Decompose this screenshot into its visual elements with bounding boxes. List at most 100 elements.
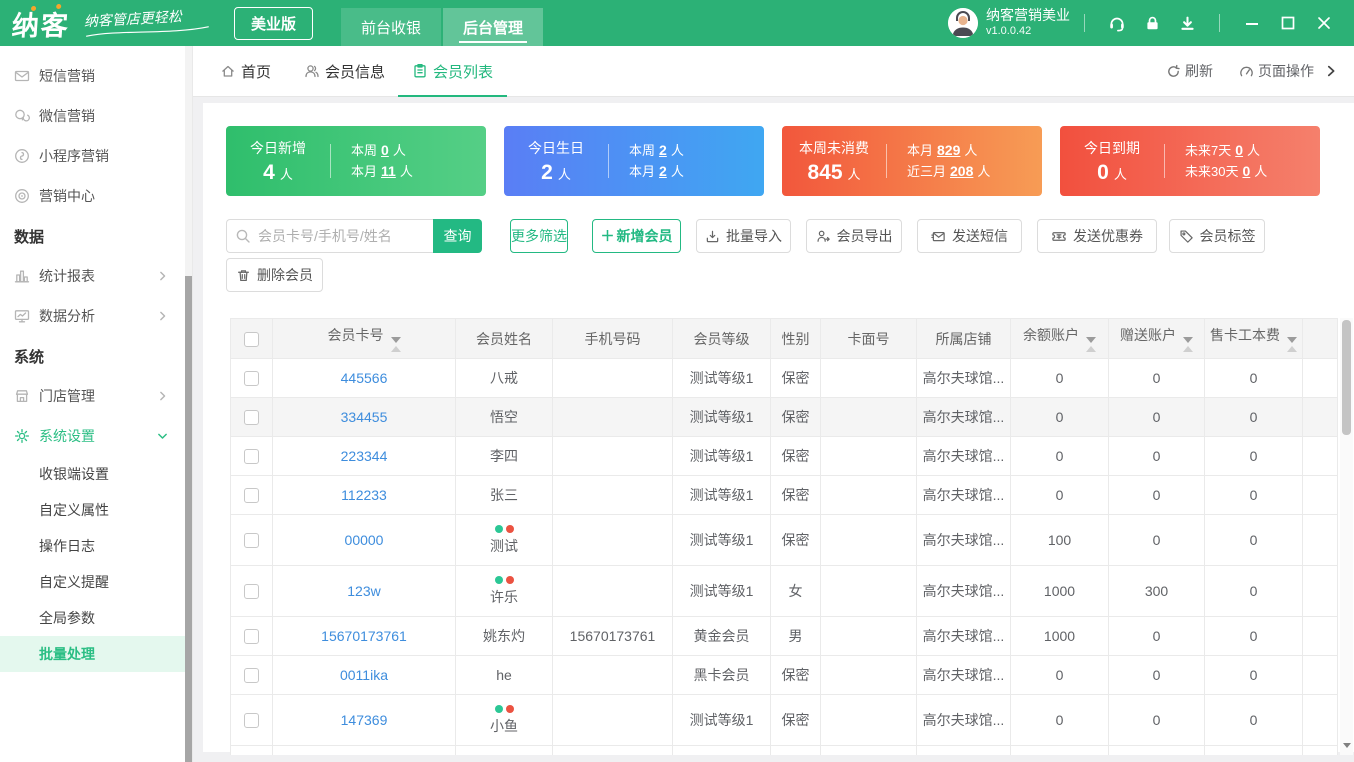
sidebar-scrollbar-thumb[interactable] — [185, 276, 192, 762]
column-header: 所属店铺 — [916, 318, 1011, 359]
sort-icon[interactable] — [390, 337, 401, 352]
column-header: 售卡工本费 — [1204, 318, 1303, 359]
sort-icon[interactable] — [1287, 337, 1297, 352]
member-card-link[interactable]: 147369 — [341, 712, 388, 728]
row-checkbox[interactable] — [244, 410, 259, 426]
level-cell: 黑卡会员 — [672, 655, 771, 695]
member-card-link[interactable]: 445566 — [341, 370, 388, 386]
member-card-link[interactable]: 334455 — [341, 409, 388, 425]
refresh-label: 刷新 — [1185, 63, 1213, 79]
lock-icon[interactable] — [1144, 15, 1161, 32]
member-card-link[interactable]: 00000 — [345, 532, 384, 548]
close-icon[interactable] — [1317, 16, 1331, 30]
card-no-cell: 0011ika — [272, 655, 456, 695]
select-all-checkbox[interactable] — [244, 331, 259, 347]
export-members-button[interactable]: 会员导出 — [806, 219, 902, 253]
row-checkbox[interactable] — [244, 533, 259, 549]
send-coupon-button[interactable]: 发送优惠券 — [1037, 219, 1157, 253]
send-sms-button[interactable]: 发送短信 — [917, 219, 1022, 253]
minimize-icon[interactable] — [1245, 16, 1259, 30]
stat-card-unit: 人 — [279, 166, 293, 182]
add-member-button[interactable]: ＋新增会员 — [592, 219, 681, 253]
stat-sub-label: 本月 — [907, 143, 934, 158]
gift-cell: 0 — [1108, 475, 1205, 515]
row-checkbox[interactable] — [244, 449, 259, 465]
more-filters-button[interactable]: 更多筛选 — [510, 219, 568, 253]
gender-cell: 保密 — [770, 358, 821, 398]
stat-sub-value[interactable]: 2 — [659, 163, 667, 179]
member-card-link[interactable]: 123w — [347, 583, 380, 599]
member-card-link[interactable]: 112233 — [341, 487, 387, 503]
stat-sub-unit: 人 — [977, 164, 991, 179]
sidebar-subitem[interactable]: 自定义属性 — [0, 492, 192, 528]
phone-cell — [552, 475, 673, 515]
table-scrollbar-thumb[interactable] — [1342, 320, 1351, 435]
download-icon[interactable] — [1179, 15, 1196, 32]
sidebar-subitem[interactable]: 全局参数 — [0, 600, 192, 636]
member-card-link[interactable]: 0011ika — [340, 667, 388, 683]
batch-import-button[interactable]: 批量导入 — [696, 219, 791, 253]
sidebar-item[interactable]: 统计报表 — [0, 256, 192, 296]
delete-member-button[interactable]: 删除会员 — [226, 258, 323, 292]
support-icon[interactable] — [1108, 14, 1126, 32]
scroll-down-arrow-icon[interactable] — [1343, 743, 1351, 748]
row-checkbox[interactable] — [244, 371, 259, 387]
stat-sub-value[interactable]: 11 — [381, 163, 396, 179]
search-box — [226, 219, 433, 253]
edition-badge[interactable]: 美业版 — [234, 6, 314, 40]
stat-sub-value[interactable]: 0 — [381, 142, 389, 158]
sort-icon[interactable] — [1086, 337, 1096, 352]
query-button[interactable]: 查询 — [433, 219, 482, 253]
refresh-button[interactable]: 刷新 — [1166, 61, 1213, 81]
stat-sub-value[interactable]: 2 — [659, 142, 667, 158]
filler-cell — [1302, 358, 1338, 398]
sidebar-item[interactable]: 微信营销 — [0, 96, 192, 136]
gauge-icon — [1240, 66, 1253, 76]
tab-home[interactable]: 首页 — [220, 46, 271, 96]
sidebar-item[interactable]: 门店管理 — [0, 376, 192, 416]
row-checkbox[interactable] — [244, 668, 259, 684]
maximize-icon[interactable] — [1281, 16, 1295, 30]
member-card-link[interactable]: 15670173761 — [321, 628, 407, 644]
sidebar-subitem[interactable]: 操作日志 — [0, 528, 192, 564]
row-checkbox[interactable] — [244, 629, 259, 645]
sidebar-item[interactable]: 数据分析 — [0, 296, 192, 336]
stat-sub-unit: 人 — [1247, 143, 1261, 158]
search-input[interactable] — [226, 219, 433, 253]
stat-sub-value[interactable]: 829 — [937, 142, 960, 158]
sidebar-subitem[interactable]: 自定义提醒 — [0, 564, 192, 600]
sidebar-item[interactable]: 短信营销 — [0, 56, 192, 96]
stat-sub-unit: 人 — [399, 164, 413, 179]
sidebar-subitem[interactable]: 收银端设置 — [0, 456, 192, 492]
sidebar-subitem[interactable]: 批量处理 — [0, 636, 192, 672]
gift-cell: 0 — [1108, 397, 1205, 437]
sidebar-item-label: 操作日志 — [39, 538, 95, 554]
stat-sub-value[interactable]: 0 — [1242, 163, 1250, 179]
nav-tab-backoffice[interactable]: 后台管理 — [443, 8, 544, 46]
sort-icon[interactable] — [1183, 337, 1193, 352]
row-checkbox[interactable] — [244, 713, 259, 729]
member-tags-button[interactable]: 会员标签 — [1169, 219, 1265, 253]
table-row: 123w 许乐 测试等级1 女 高尔夫球馆... 1000 300 0 — [230, 565, 1338, 617]
stat-sub-value[interactable]: 0 — [1235, 142, 1243, 158]
member-card-link[interactable]: 223344 — [341, 448, 388, 464]
nav-tab-cashier[interactable]: 前台收银 — [341, 8, 442, 46]
tab-member-list[interactable]: 会员列表 — [398, 46, 508, 97]
logo-dot — [56, 3, 62, 9]
sidebar-item[interactable]: 小程序营销 — [0, 136, 192, 176]
column-header-label: 卡面号 — [847, 330, 890, 347]
stat-sub-value[interactable]: 208 — [950, 163, 973, 179]
avatar[interactable] — [948, 8, 978, 38]
page-actions-button[interactable]: 页面操作 — [1239, 61, 1338, 81]
tab-label: 会员信息 — [325, 63, 386, 81]
stat-card-value: 0 — [1097, 160, 1109, 184]
sidebar-item[interactable]: 系统设置 — [0, 416, 192, 456]
phone-cell — [552, 514, 673, 566]
export-members-label: 会员导出 — [836, 228, 893, 244]
row-checkbox[interactable] — [244, 488, 259, 504]
tab-member-info[interactable]: 会员信息 — [304, 46, 385, 96]
column-header-label: 会员等级 — [693, 330, 750, 347]
sidebar-item[interactable]: 营销中心 — [0, 176, 192, 216]
avatar-person-icon — [948, 8, 978, 38]
row-checkbox[interactable] — [244, 584, 259, 600]
